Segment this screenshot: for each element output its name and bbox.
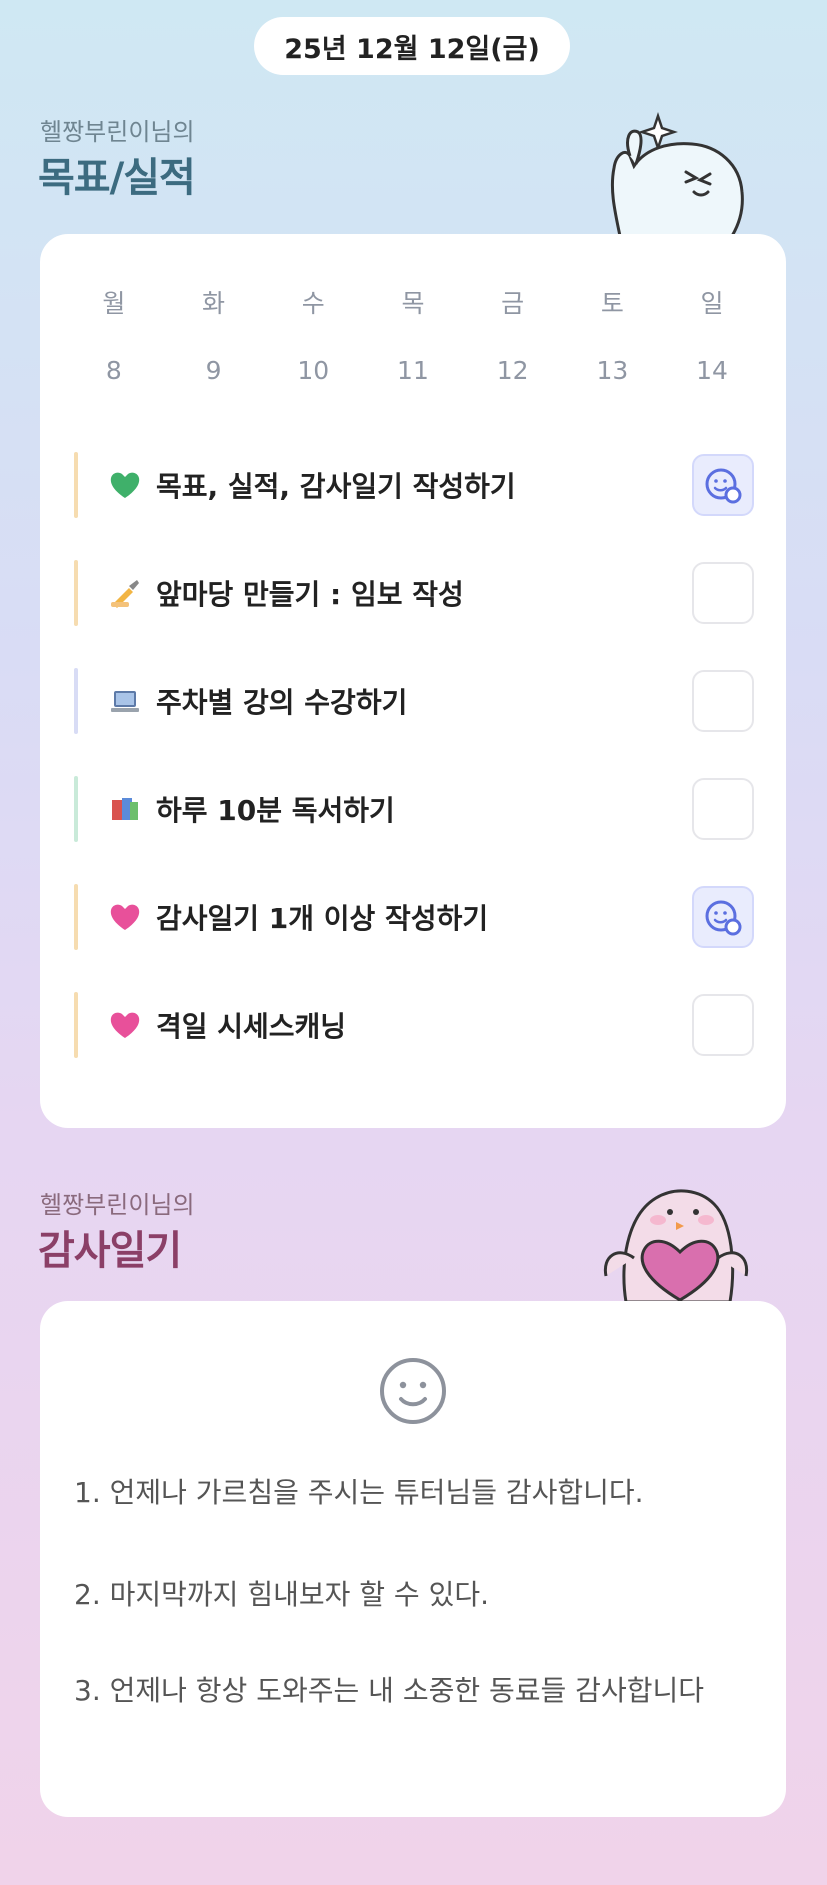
goal-label: 감사일기 1개 이상 작성하기 <box>156 902 489 935</box>
goal-accent-bar <box>74 992 78 1058</box>
goal-label: 하루 10분 독서하기 <box>156 794 395 827</box>
books-icon <box>108 792 142 826</box>
goal-check-button[interactable] <box>692 886 754 948</box>
goals-title: 목표/실적 <box>38 155 196 201</box>
goal-check-button[interactable] <box>692 454 754 516</box>
weekday-mon[interactable]: 월 <box>84 284 144 320</box>
goal-accent-bar <box>74 560 78 626</box>
goal-label: 격일 시세스캐닝 <box>156 1010 347 1043</box>
goal-item: 격일 시세스캐닝 <box>74 992 754 1058</box>
mascot-waving-illustration <box>600 108 750 238</box>
goal-label: 주차별 강의 수강하기 <box>156 686 408 719</box>
date-9[interactable]: 9 <box>184 356 244 385</box>
goal-check-button[interactable] <box>692 562 754 624</box>
green-heart-icon <box>108 468 142 502</box>
goal-label: 목표, 실적, 감사일기 작성하기 <box>156 470 516 503</box>
date-10[interactable]: 10 <box>283 356 343 385</box>
writing-hand-icon <box>108 576 142 610</box>
goal-item: 하루 10분 독서하기 <box>74 776 754 842</box>
date-row: 8 9 10 11 12 13 14 <box>40 356 786 385</box>
weekday-row: 월 화 수 목 금 토 일 <box>40 284 786 320</box>
diary-card: 1. 언제나 가르침을 주시는 튜터님들 감사합니다. 2. 마지막까지 힘내보… <box>40 1301 786 1817</box>
smiley-face-icon[interactable] <box>379 1357 447 1425</box>
smiley-check-icon <box>705 900 742 936</box>
goal-check-button[interactable] <box>692 994 754 1056</box>
diary-entry: 3. 언제나 항상 도와주는 내 소중한 동료들 감사합니다 <box>74 1674 704 1707</box>
goal-item: 감사일기 1개 이상 작성하기 <box>74 884 754 950</box>
diary-title: 감사일기 <box>38 1228 182 1274</box>
weekday-wed[interactable]: 수 <box>283 284 343 320</box>
weekday-fri[interactable]: 금 <box>483 284 543 320</box>
mascot-heart-illustration <box>596 1176 756 1304</box>
diary-entry: 2. 마지막까지 힘내보자 할 수 있다. <box>74 1578 489 1611</box>
weekday-tue[interactable]: 화 <box>184 284 244 320</box>
pink-heart-icon <box>108 900 142 934</box>
pink-heart-icon <box>108 1008 142 1042</box>
goal-item: 앞마당 만들기 : 임보 작성 <box>74 560 754 626</box>
goals-card: 월 화 수 목 금 토 일 8 9 10 11 12 13 14 목표, 실적,… <box>40 234 786 1128</box>
diary-subtitle: 헬짱부린이님의 <box>40 1191 195 1219</box>
weekday-thu[interactable]: 목 <box>383 284 443 320</box>
goal-label: 앞마당 만들기 : 임보 작성 <box>156 578 464 611</box>
laptop-icon <box>108 684 142 718</box>
date-11[interactable]: 11 <box>383 356 443 385</box>
goal-accent-bar <box>74 776 78 842</box>
date-14[interactable]: 14 <box>682 356 742 385</box>
goal-check-button[interactable] <box>692 778 754 840</box>
weekday-sun[interactable]: 일 <box>682 284 742 320</box>
date-pill[interactable]: 25년 12월 12일(금) <box>254 17 570 75</box>
goals-subtitle: 헬짱부린이님의 <box>40 118 195 146</box>
goal-check-button[interactable] <box>692 670 754 732</box>
goal-item: 주차별 강의 수강하기 <box>74 668 754 734</box>
diary-entry: 1. 언제나 가르침을 주시는 튜터님들 감사합니다. <box>74 1476 644 1509</box>
goal-accent-bar <box>74 452 78 518</box>
goal-accent-bar <box>74 668 78 734</box>
date-12[interactable]: 12 <box>483 356 543 385</box>
weekday-sat[interactable]: 토 <box>582 284 642 320</box>
date-13[interactable]: 13 <box>582 356 642 385</box>
goal-accent-bar <box>74 884 78 950</box>
date-8[interactable]: 8 <box>84 356 144 385</box>
smiley-check-icon <box>705 468 742 504</box>
goal-item: 목표, 실적, 감사일기 작성하기 <box>74 452 754 518</box>
